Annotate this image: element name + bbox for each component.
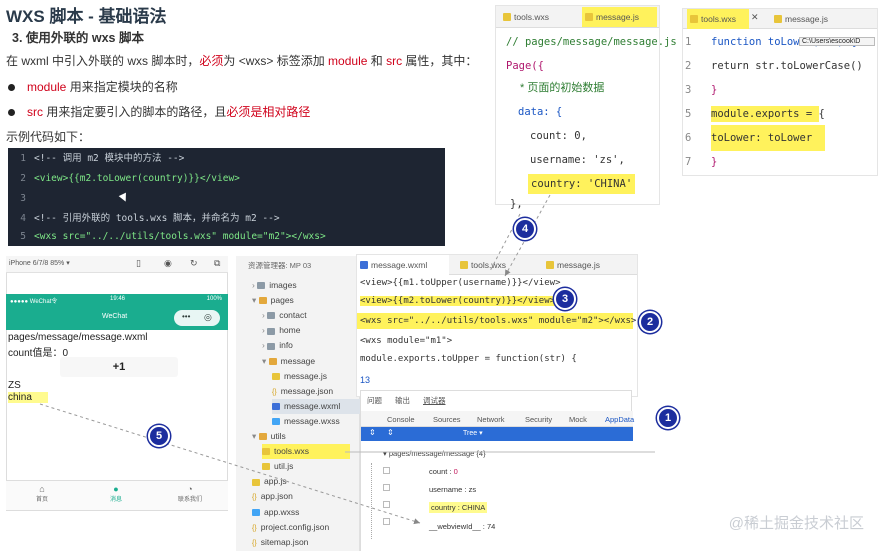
callout-5: 5 (148, 425, 170, 447)
watermark: @稀土掘金技术社区 (728, 515, 864, 532)
connector-arrows (39, 194, 655, 525)
callout-3: 3 (554, 288, 576, 310)
callout-1: 1 (657, 407, 679, 429)
callout-2: 2 (639, 311, 661, 333)
callout-4: 4 (514, 218, 536, 240)
arrow-line (39, 403, 421, 525)
